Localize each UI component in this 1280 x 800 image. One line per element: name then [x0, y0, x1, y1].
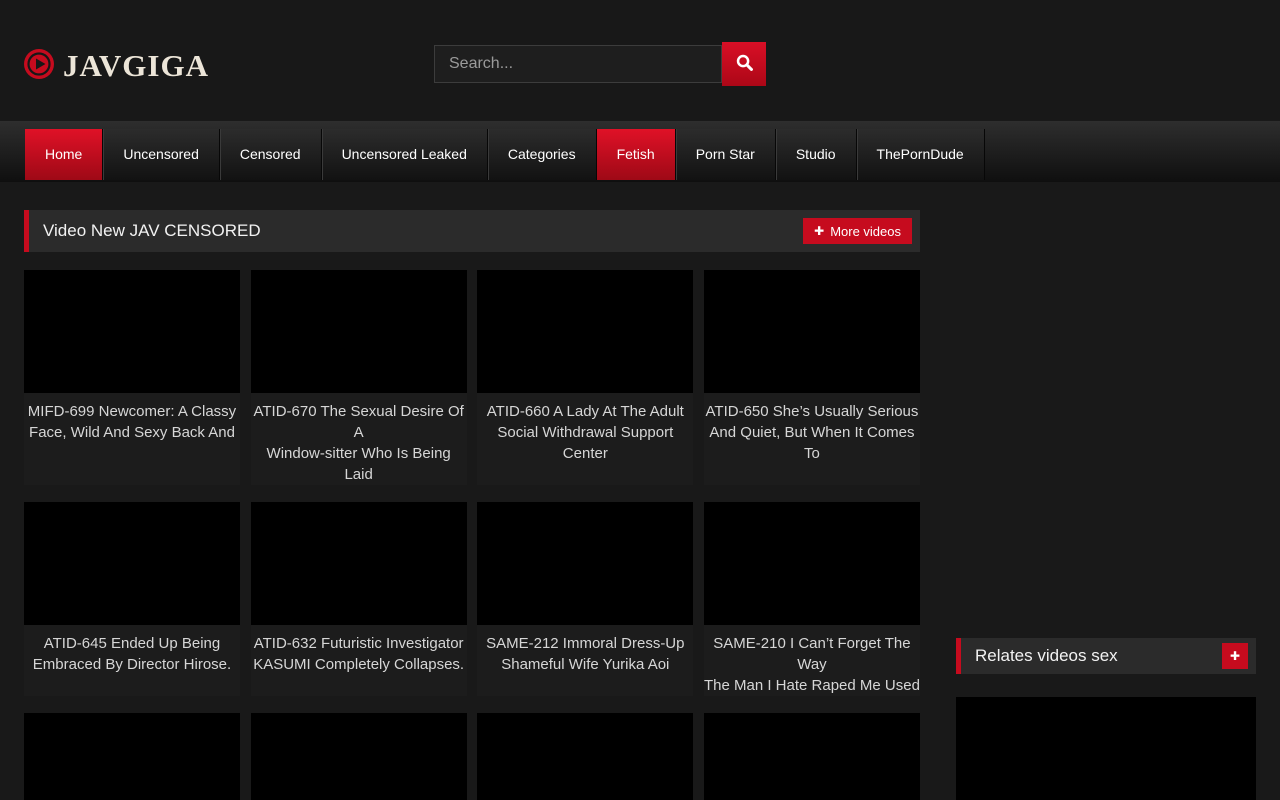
video-title[interactable]: ATID-660 A Lady At The Adult Social With…: [477, 393, 693, 464]
video-thumbnail[interactable]: [251, 502, 467, 625]
video-card[interactable]: YUJ-055 From The Day I Got: [704, 713, 920, 800]
search-input[interactable]: [434, 45, 722, 83]
video-title-line: Shameful Wife Yurika Aoi: [477, 654, 693, 675]
page: JAVGIGA Home Uncensored Censored Uncenso…: [0, 0, 1280, 800]
video-title[interactable]: ATID-650 She’s Usually Serious And Quiet…: [704, 393, 920, 464]
video-card[interactable]: ATID-670 The Sexual Desire Of A Window-s…: [251, 270, 467, 485]
video-card[interactable]: SAME-208 Schoolgirl Confinement: [24, 713, 240, 800]
video-thumbnail[interactable]: [477, 502, 693, 625]
video-thumbnail[interactable]: [251, 270, 467, 393]
video-card[interactable]: ATID-650 She’s Usually Serious And Quiet…: [704, 270, 920, 485]
video-title-line: Social Withdrawal Support Center: [477, 422, 693, 464]
video-card[interactable]: ATID-645 Ended Up Being Embraced By Dire…: [24, 502, 240, 696]
sidebar-section-header: Relates videos sex ✚: [956, 638, 1256, 674]
more-videos-label: More videos: [830, 224, 901, 239]
video-title[interactable]: ATID-632 Futuristic Investigator KASUMI …: [251, 625, 467, 675]
video-card[interactable]: ATID-632 Futuristic Investigator KASUMI …: [251, 502, 467, 696]
video-title-line: MIFD-699 Newcomer: A Classy: [24, 401, 240, 422]
section-title: Video New JAV CENSORED: [29, 221, 261, 241]
video-grid: MIFD-699 Newcomer: A Classy Face, Wild A…: [24, 270, 920, 800]
sidebar-video-thumbnail[interactable]: [956, 697, 1256, 800]
video-title-line: ATID-632 Futuristic Investigator: [251, 633, 467, 654]
play-icon: [24, 49, 54, 84]
nav-item-theporndude[interactable]: ThePornDude: [857, 129, 985, 180]
video-thumbnail[interactable]: [477, 270, 693, 393]
nav-item-censored[interactable]: Censored: [220, 129, 322, 180]
video-card[interactable]: SAME-210 I Can’t Forget The Way The Man …: [704, 502, 920, 696]
search-button[interactable]: [722, 42, 766, 86]
video-title[interactable]: MIFD-699 Newcomer: A Classy Face, Wild A…: [24, 393, 240, 443]
video-thumbnail[interactable]: [704, 502, 920, 625]
site-logo[interactable]: JAVGIGA: [24, 48, 209, 84]
video-thumbnail[interactable]: [251, 713, 467, 800]
video-thumbnail[interactable]: [477, 713, 693, 800]
video-title-line: Window-sitter Who Is Being Laid: [251, 443, 467, 485]
sidebar-more-button[interactable]: ✚: [1222, 643, 1248, 669]
video-title[interactable]: SAME-210 I Can’t Forget The Way The Man …: [704, 625, 920, 696]
video-thumbnail[interactable]: [24, 713, 240, 800]
video-title[interactable]: ATID-670 The Sexual Desire Of A Window-s…: [251, 393, 467, 485]
video-title[interactable]: ATID-645 Ended Up Being Embraced By Dire…: [24, 625, 240, 675]
video-card[interactable]: SAME-212 Immoral Dress-Up Shameful Wife …: [477, 502, 693, 696]
video-card[interactable]: MIFD-699 Newcomer: A Classy Face, Wild A…: [24, 270, 240, 485]
magnifier-icon: [735, 53, 754, 75]
video-title-line: SAME-210 I Can’t Forget The Way: [704, 633, 920, 675]
video-title-line: ATID-670 The Sexual Desire Of A: [251, 401, 467, 443]
main-navigation: Home Uncensored Censored Uncensored Leak…: [0, 121, 1280, 182]
header: JAVGIGA: [0, 0, 1280, 120]
video-thumbnail[interactable]: [704, 713, 920, 800]
video-card[interactable]: SAME-203 A Story About A Sex-: [251, 713, 467, 800]
video-thumbnail[interactable]: [704, 270, 920, 393]
video-title[interactable]: SAME-212 Immoral Dress-Up Shameful Wife …: [477, 625, 693, 675]
video-title-line: ATID-660 A Lady At The Adult: [477, 401, 693, 422]
video-title-line: And Quiet, But When It Comes To: [704, 422, 920, 464]
video-card[interactable]: ATID-660 A Lady At The Adult Social With…: [477, 270, 693, 485]
video-title-line: The Man I Hate Raped Me Used: [704, 675, 920, 696]
nav-item-porn-star[interactable]: Porn Star: [676, 129, 776, 180]
section-header: Video New JAV CENSORED ✚ More videos: [24, 210, 920, 252]
video-thumbnail[interactable]: [24, 270, 240, 393]
video-title-line: Embraced By Director Hirose.: [24, 654, 240, 675]
video-title-line: ATID-650 She’s Usually Serious: [704, 401, 920, 422]
sidebar-section-title: Relates videos sex: [961, 646, 1118, 666]
video-thumbnail[interactable]: [24, 502, 240, 625]
nav-item-home[interactable]: Home: [25, 129, 103, 180]
plus-icon: ✚: [1230, 649, 1240, 663]
more-videos-button[interactable]: ✚ More videos: [803, 218, 912, 244]
nav-item-studio[interactable]: Studio: [776, 129, 857, 180]
video-title-line: KASUMI Completely Collapses.: [251, 654, 467, 675]
video-title-line: Face, Wild And Sexy Back And: [24, 422, 240, 443]
nav-item-uncensored-leaked[interactable]: Uncensored Leaked: [322, 129, 488, 180]
video-card[interactable]: YUJ-057 “Let’s Get Married When: [477, 713, 693, 800]
nav-item-categories[interactable]: Categories: [488, 129, 597, 180]
plus-icon: ✚: [814, 224, 824, 238]
brand-name: JAVGIGA: [63, 48, 209, 84]
video-title-line: SAME-212 Immoral Dress-Up: [477, 633, 693, 654]
nav-item-uncensored[interactable]: Uncensored: [103, 129, 220, 180]
video-title-line: ATID-645 Ended Up Being: [24, 633, 240, 654]
nav-item-fetish[interactable]: Fetish: [597, 129, 676, 180]
search-bar: [434, 42, 766, 86]
